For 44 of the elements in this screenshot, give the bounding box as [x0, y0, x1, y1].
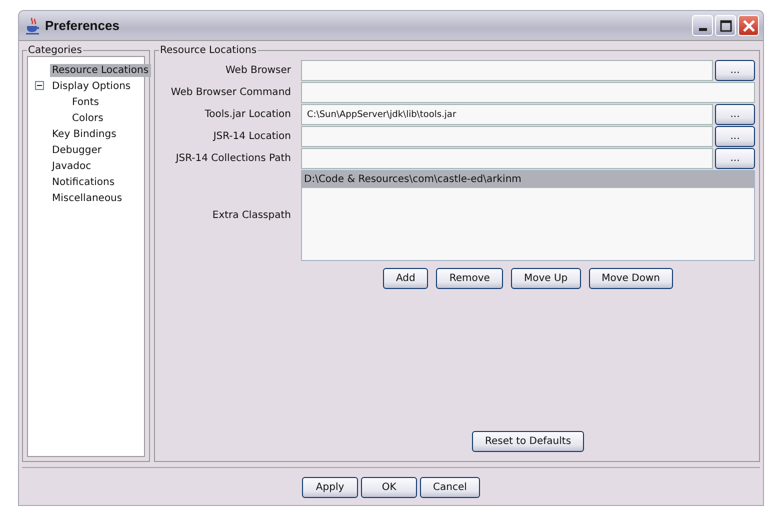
field-label: Extra Classpath: [211, 210, 292, 221]
category-item[interactable]: Key Bindings: [50, 128, 118, 140]
list-action-button[interactable]: Move Down: [588, 268, 673, 289]
category-item[interactable]: Fonts: [70, 96, 101, 108]
browse-button[interactable]: ...: [715, 148, 755, 169]
field-label: Web Browser: [224, 65, 292, 76]
classpath-item[interactable]: D:\Code & Resources\com\castle-ed\arkinm: [302, 171, 754, 188]
window-title: Preferences: [45, 18, 120, 33]
collapse-icon[interactable]: [35, 81, 44, 90]
field-label: Web Browser Command: [170, 87, 292, 98]
categories-title: Categories: [27, 45, 83, 56]
category-item[interactable]: Colors: [70, 112, 106, 124]
browse-button[interactable]: ...: [715, 104, 755, 125]
path-field[interactable]: [301, 126, 713, 147]
close-icon: [742, 20, 754, 32]
field-label: Tools.jar Location: [204, 109, 292, 120]
category-item[interactable]: Debugger: [50, 144, 104, 156]
minimize-button[interactable]: [692, 15, 713, 36]
maximize-button[interactable]: [715, 15, 736, 36]
path-field[interactable]: [301, 82, 755, 103]
minimize-icon: [698, 28, 706, 31]
browse-button[interactable]: ...: [715, 126, 755, 147]
category-item[interactable]: Display Options: [50, 80, 133, 92]
dialog-button[interactable]: Cancel: [420, 477, 480, 498]
reset-button[interactable]: Reset to Defaults: [472, 431, 584, 452]
category-item[interactable]: Miscellaneous: [50, 192, 124, 204]
category-item[interactable]: Javadoc: [50, 160, 94, 172]
list-action-button[interactable]: Remove: [436, 268, 503, 289]
path-field[interactable]: [301, 60, 713, 81]
coffee-cup-icon: [25, 16, 41, 34]
panel-title: Resource Locations: [159, 45, 258, 56]
dialog-button[interactable]: OK: [361, 477, 418, 498]
path-field[interactable]: C:\Sun\AppServer\jdk\lib\tools.jar: [301, 104, 713, 125]
maximize-icon: [720, 20, 732, 32]
list-action-button[interactable]: Move Up: [510, 268, 581, 289]
field-label: JSR-14 Location: [212, 131, 292, 142]
category-item[interactable]: Notifications: [50, 176, 117, 188]
list-action-button[interactable]: Add: [383, 268, 428, 289]
browse-button[interactable]: ...: [715, 60, 755, 81]
category-item[interactable]: Resource Locations: [50, 64, 151, 76]
dialog-button[interactable]: Apply: [302, 477, 358, 498]
path-field[interactable]: [301, 148, 713, 169]
close-button[interactable]: [738, 15, 759, 36]
field-label: JSR-14 Collections Path: [174, 153, 292, 164]
